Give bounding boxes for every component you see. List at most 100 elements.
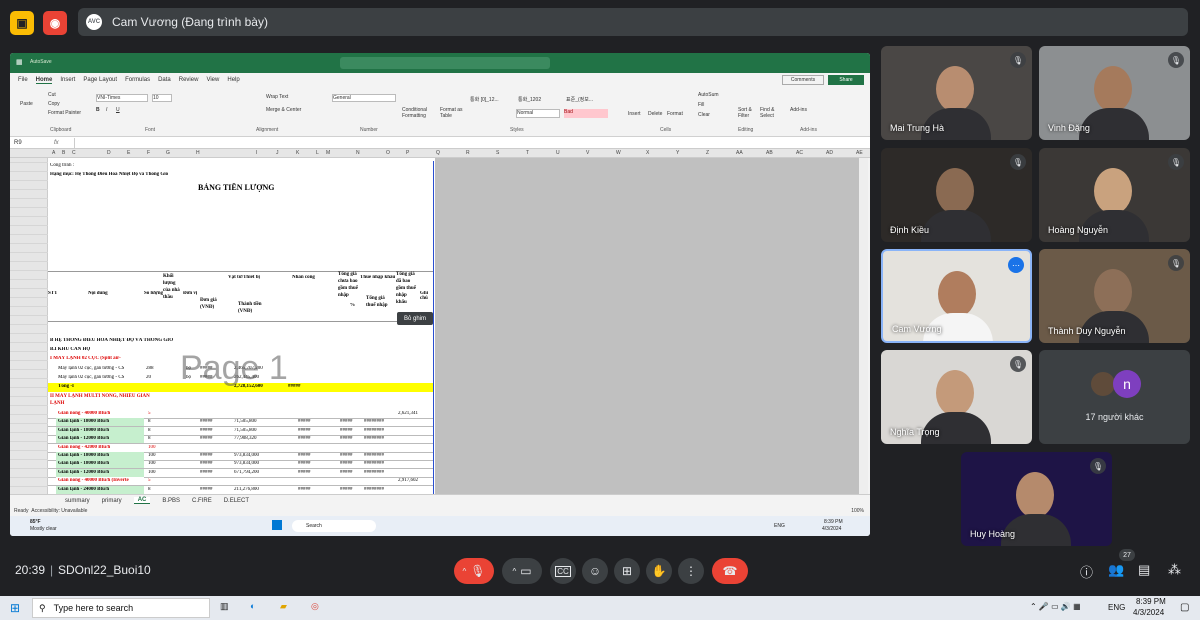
menu-item-help[interactable]: Help xyxy=(227,77,239,83)
task-view-icon[interactable]: ▥ xyxy=(220,601,229,612)
column-header[interactable]: J xyxy=(276,150,279,156)
column-header[interactable]: Y xyxy=(676,150,679,156)
excel-search-box[interactable] xyxy=(340,57,550,69)
column-header[interactable]: AC xyxy=(796,150,803,156)
column-header[interactable]: K xyxy=(296,150,299,156)
find-select-button[interactable]: Find & Select xyxy=(760,107,784,119)
menu-item-insert[interactable]: Insert xyxy=(60,77,75,83)
cut-button[interactable]: Cut xyxy=(48,92,56,98)
meeting-info-icon[interactable]: ⓘ xyxy=(1080,562,1093,581)
edge-browser-icon[interactable]: ◐ xyxy=(250,601,255,611)
mic-off-icon[interactable]: 🎙 xyxy=(1010,52,1026,68)
cell-style-bad[interactable]: Bad xyxy=(564,109,608,118)
column-header[interactable]: O xyxy=(386,150,390,156)
column-header[interactable]: M xyxy=(326,150,330,156)
people-icon[interactable]: 👥 xyxy=(1108,562,1124,578)
column-header[interactable]: I xyxy=(256,150,257,156)
vertical-scrollbar[interactable] xyxy=(859,158,868,494)
chevron-up-icon[interactable]: ^ xyxy=(463,567,467,576)
windows-start-icon[interactable] xyxy=(272,520,282,530)
column-header[interactable]: F xyxy=(147,150,150,156)
menu-item-data[interactable]: Data xyxy=(158,77,171,83)
reactions-button[interactable]: ☺ xyxy=(582,558,608,584)
participant-tile[interactable]: Định Kiều 🎙 xyxy=(881,148,1032,242)
chrome-icon[interactable]: ◎ xyxy=(311,601,319,612)
os-time[interactable]: 8:39 PM xyxy=(1136,597,1166,606)
copy-button[interactable]: Copy xyxy=(48,101,60,107)
paste-button[interactable]: Paste xyxy=(20,101,33,107)
sheet-tab-summary[interactable]: summary xyxy=(65,498,90,504)
menu-item-review[interactable]: Review xyxy=(179,77,199,83)
format-as-table-button[interactable]: Format as Table xyxy=(440,107,466,119)
sheet-tab-b-pbs[interactable]: B.PBS xyxy=(162,498,180,504)
os-lang[interactable]: ENG xyxy=(1108,603,1125,612)
column-header[interactable]: W xyxy=(616,150,621,156)
share-button[interactable]: Share xyxy=(828,75,864,85)
name-box[interactable]: R9 xyxy=(14,140,54,146)
captions-button[interactable]: CC xyxy=(550,558,576,584)
sheet-tab-ac[interactable]: AC xyxy=(133,497,151,504)
zoom-level[interactable]: 100% xyxy=(851,508,864,514)
wrap-text-button[interactable]: Wrap Text xyxy=(266,94,288,100)
spreadsheet-grid[interactable]: Công trình : Hạng mục: Hệ Thống Điều Hoà… xyxy=(10,158,868,494)
participant-tile[interactable]: Nghĩa Trọng 🎙 xyxy=(881,350,1032,444)
chat-icon[interactable]: ▤ xyxy=(1138,562,1150,578)
merge-center-button[interactable]: Merge & Center xyxy=(266,107,301,113)
column-header[interactable]: S xyxy=(496,150,499,156)
stop-presenting-icon[interactable]: ▣ xyxy=(10,11,34,35)
menu-item-page-layout[interactable]: Page Layout xyxy=(83,77,117,83)
column-header[interactable]: Z xyxy=(706,150,709,156)
conditional-formatting-button[interactable]: Conditional Formatting xyxy=(402,107,436,119)
cell-style-3[interactable]: 표준_(정보... xyxy=(566,96,593,103)
autosum-button[interactable]: AutoSum xyxy=(698,92,719,98)
column-header[interactable]: V xyxy=(586,150,589,156)
sheet-tab-primary[interactable]: primary xyxy=(102,498,122,504)
column-header[interactable]: AE xyxy=(856,150,863,156)
taskbar-search-box[interactable]: ⚲ Type here to search xyxy=(32,598,210,618)
column-header[interactable]: N xyxy=(356,150,360,156)
insert-cells-button[interactable]: Insert xyxy=(628,111,641,117)
leave-call-button[interactable]: ☎ xyxy=(712,558,748,584)
camera-toggle-button[interactable]: ^ ▭ xyxy=(502,558,542,584)
autosave-label[interactable]: AutoSave xyxy=(30,59,52,65)
notification-icon[interactable]: ▢ xyxy=(1180,602,1189,613)
raise-hand-button[interactable]: ✋ xyxy=(646,558,672,584)
sort-filter-button[interactable]: Sort & Filter xyxy=(738,107,762,119)
cell-style-2[interactable]: 통화_1202 xyxy=(518,96,541,103)
status-accessibility[interactable]: Accessibility: Unavailable xyxy=(31,508,87,514)
participant-tile[interactable]: Thành Duy Nguyễn 🎙 xyxy=(1039,249,1190,343)
windows-start-icon[interactable]: ⊞ xyxy=(10,601,20,615)
bold-button[interactable]: B xyxy=(96,107,100,113)
column-header[interactable]: AD xyxy=(826,150,833,156)
underline-button[interactable]: U xyxy=(116,107,120,113)
activities-icon[interactable]: ⁂ xyxy=(1168,562,1181,578)
mic-toggle-button[interactable]: ^ 🎙 xyxy=(454,558,494,584)
column-header[interactable]: L xyxy=(316,150,319,156)
font-size-select[interactable]: 10 xyxy=(152,94,172,102)
others-tile[interactable]: n 17 người khác xyxy=(1039,350,1190,444)
record-icon[interactable]: ◉ xyxy=(43,11,67,35)
column-header[interactable]: T xyxy=(526,150,529,156)
column-header[interactable]: H xyxy=(196,150,200,156)
shared-taskbar-search[interactable]: Search xyxy=(292,520,376,532)
menu-item-view[interactable]: View xyxy=(206,77,219,83)
column-header[interactable]: C xyxy=(72,150,76,156)
mic-off-icon[interactable]: 🎙 xyxy=(1090,458,1106,474)
format-cells-button[interactable]: Format xyxy=(667,111,683,117)
delete-cells-button[interactable]: Delete xyxy=(648,111,662,117)
column-header[interactable]: U xyxy=(556,150,560,156)
format-painter-button[interactable]: Format Painter xyxy=(48,110,81,116)
column-header[interactable]: AB xyxy=(766,150,773,156)
column-header[interactable]: AA xyxy=(736,150,743,156)
participant-tile[interactable]: Vinh Đặng 🎙 xyxy=(1039,46,1190,140)
formula-input[interactable] xyxy=(74,137,870,148)
cell-style-1[interactable]: 통화 [0]_12... xyxy=(470,96,499,103)
mic-off-icon[interactable]: 🎙 xyxy=(1168,154,1184,170)
column-header[interactable]: A xyxy=(52,150,55,156)
present-button[interactable]: ⊞ xyxy=(614,558,640,584)
mic-off-icon[interactable]: 🎙 xyxy=(1010,356,1026,372)
participant-tile[interactable]: Cam Vương ⋯ xyxy=(881,249,1032,343)
column-header[interactable]: R xyxy=(466,150,470,156)
clear-button[interactable]: Clear xyxy=(698,112,710,118)
tray-icons[interactable]: ⌃ 🎤 ▭ 🔊 ▦ xyxy=(1030,602,1081,611)
